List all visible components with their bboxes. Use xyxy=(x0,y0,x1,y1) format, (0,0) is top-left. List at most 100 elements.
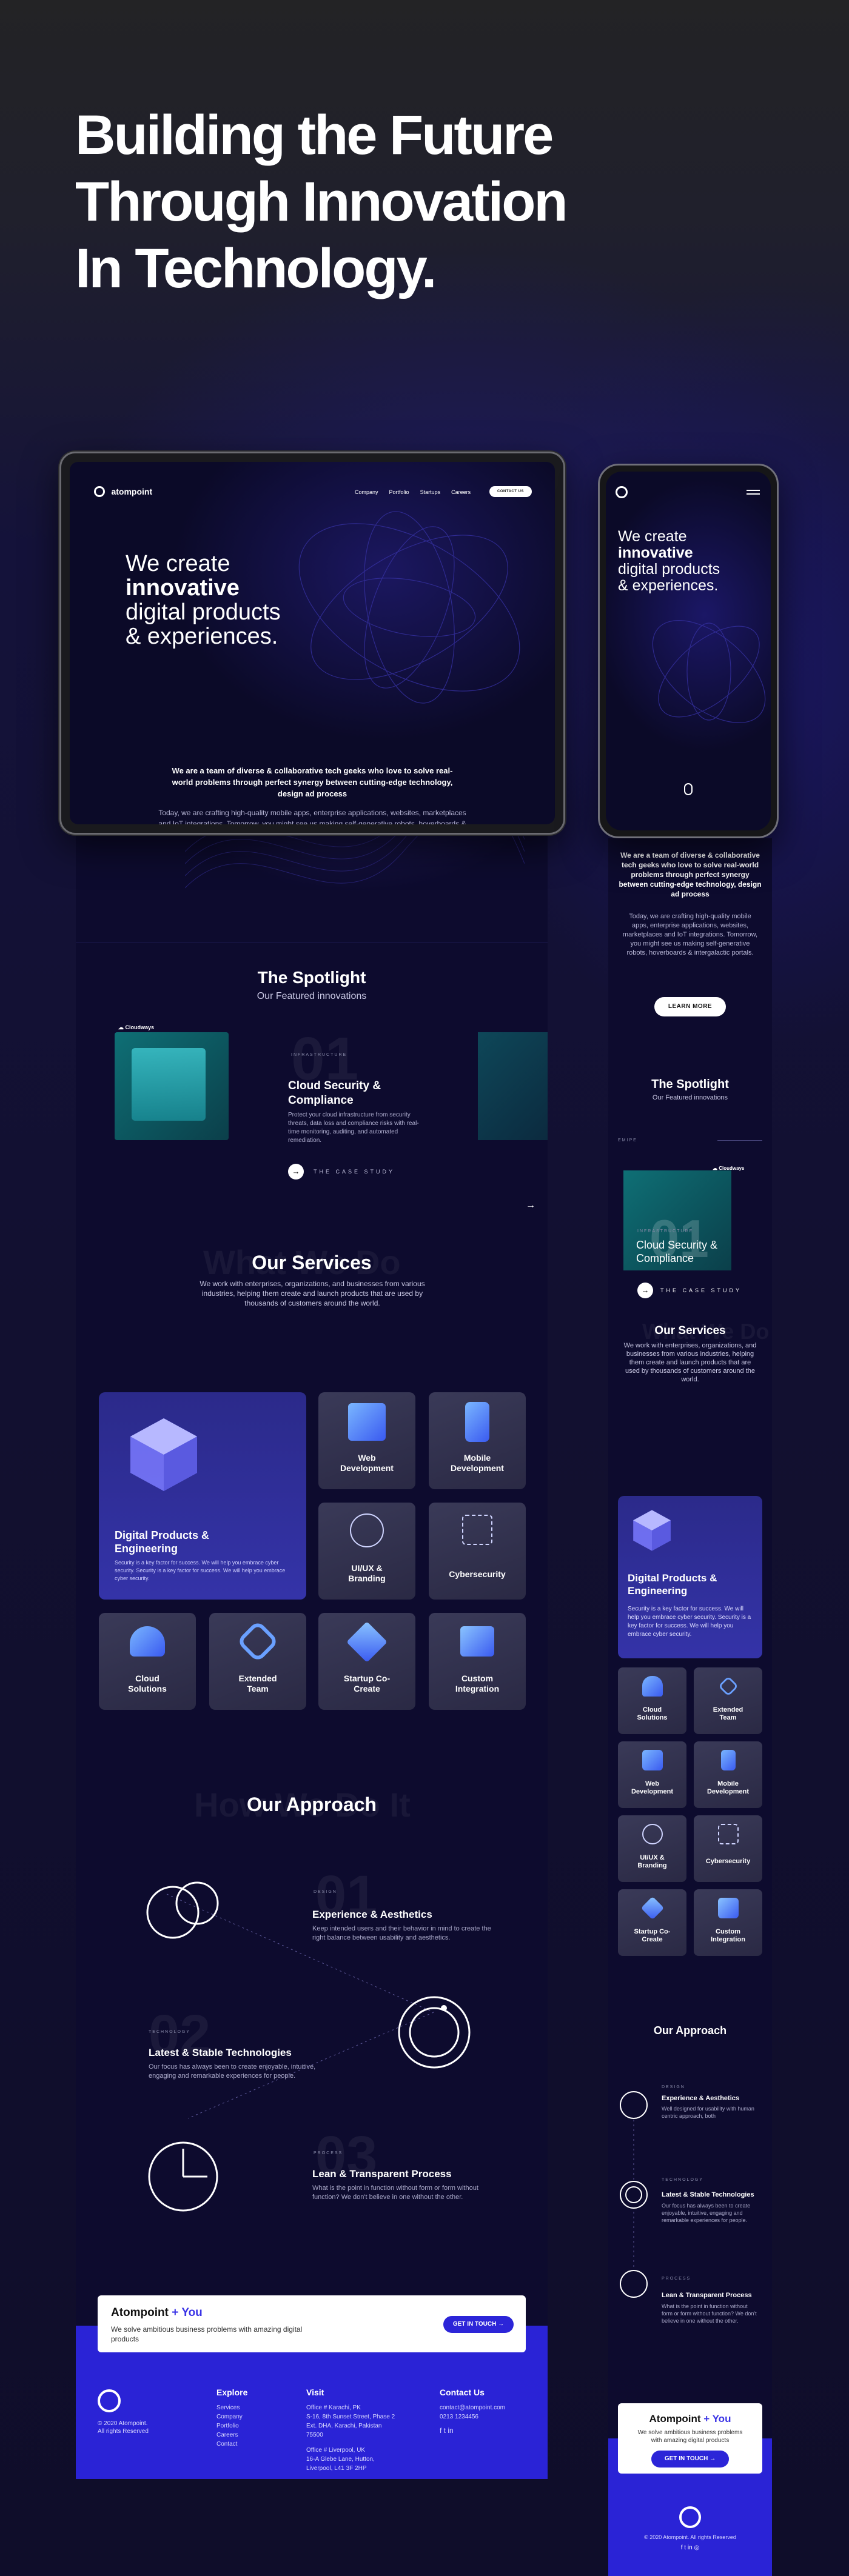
step-title: Latest & Stable Technologies xyxy=(662,2191,754,2198)
intro-heading: We create innovative digital products & … xyxy=(126,552,281,649)
spotlight-case-title: Cloud Security & Compliance xyxy=(288,1079,381,1107)
nav-link[interactable]: Portfolio xyxy=(389,489,409,495)
cta-desc: We solve ambitious business problems wit… xyxy=(111,2325,303,2343)
featured-service-title: Digital Products & Engineering xyxy=(115,1529,210,1555)
service-card-integration-mobile[interactable]: Custom Integration xyxy=(694,1889,762,1956)
social-icons-mobile[interactable]: f t in ◎ xyxy=(608,2544,772,2551)
cta-you: You xyxy=(181,2306,203,2319)
service-card-mobile-mobile[interactable]: Mobile Development xyxy=(694,1741,762,1808)
step-desc: What is the point in function without fo… xyxy=(662,2303,757,2324)
step-desc: Our focus has always been to create enjo… xyxy=(149,2063,316,2080)
service-label: Startup Co-Create xyxy=(343,1673,391,1693)
social-icons[interactable]: f t in xyxy=(440,2426,505,2435)
cta-plus: + xyxy=(703,2413,710,2424)
cta-brand: Atompoint xyxy=(111,2306,169,2319)
cta-title-mobile: Atompoint + You xyxy=(618,2413,762,2425)
nav-link[interactable]: Startups xyxy=(420,489,441,495)
menu-icon[interactable] xyxy=(747,490,760,495)
spotlight-case-title-mobile: Cloud Security & Compliance xyxy=(636,1239,718,1264)
service-card-cyber-mobile[interactable]: Cybersecurity xyxy=(694,1815,762,1882)
service-card-team-mobile[interactable]: Extended Team xyxy=(694,1667,762,1734)
phone-device: We create innovative digital products & … xyxy=(598,464,779,838)
cta-brand: Atompoint xyxy=(649,2413,701,2424)
step-eyebrow: PROCESS xyxy=(662,2277,691,2281)
service-card-uiux[interactable]: UI/UX & Branding xyxy=(318,1503,415,1600)
service-label: Mobile Development xyxy=(706,1780,750,1795)
services-desc: We work with enterprises, organizations,… xyxy=(200,1280,425,1307)
desktop-page: Today, we are crafting high-quality mobi… xyxy=(76,767,548,2479)
featured-service-card[interactable]: Digital Products & Engineering Security … xyxy=(99,1392,306,1600)
atompoint-logo-icon xyxy=(616,486,628,498)
cloud-icon xyxy=(130,1626,165,1657)
intro-body-mobile: Today, we are crafting high-quality mobi… xyxy=(622,913,758,956)
case-study-link-mobile[interactable]: THE CASE STUDY xyxy=(660,1287,742,1293)
service-card-web-mobile[interactable]: Web Development xyxy=(618,1741,686,1808)
service-card-cloud[interactable]: Cloud Solutions xyxy=(99,1613,196,1710)
brand-logo[interactable]: atompoint xyxy=(94,486,152,497)
arrow-right-icon: → xyxy=(498,2321,505,2327)
layers-icon xyxy=(346,1621,388,1663)
footer-link[interactable]: Services xyxy=(216,2403,247,2412)
nav-link[interactable]: Careers xyxy=(451,489,471,495)
service-card-web[interactable]: Web Development xyxy=(318,1392,415,1489)
service-card-startup[interactable]: Startup Co-Create xyxy=(318,1613,415,1710)
service-label: Custom Integration xyxy=(455,1673,500,1693)
step-eyebrow: DESIGN xyxy=(314,1890,337,1894)
footer-contact: Contact Us contact@atompoint.com 0213 12… xyxy=(440,2387,505,2435)
footer-link[interactable]: Company xyxy=(216,2412,247,2421)
step-eyebrow: TECHNOLOGY xyxy=(662,2178,704,2182)
learn-more-button-mobile[interactable]: LEARN MORE xyxy=(654,997,726,1016)
mobile-page: We are a team of diverse & collaborative… xyxy=(608,838,772,2576)
service-label: Extended Team xyxy=(238,1673,277,1693)
intro-line: digital products xyxy=(126,599,281,625)
nav-link[interactable]: Company xyxy=(355,489,378,495)
case-study-arrow-icon[interactable]: → xyxy=(637,1283,653,1298)
clock-icon xyxy=(148,2141,218,2212)
service-card-cyber[interactable]: Cybersecurity xyxy=(429,1503,526,1600)
cloudways-brand-text: Cloudways xyxy=(719,1166,745,1171)
pen-tool-icon xyxy=(350,1513,384,1547)
footer-link[interactable]: Portfolio xyxy=(216,2421,247,2431)
spotlight-eyebrow-mobile-2: INFRASTRUCTURE xyxy=(637,1229,694,1233)
step-desc: What is the point in function without fo… xyxy=(312,2184,478,2201)
contact-phone[interactable]: 0213 1234456 xyxy=(440,2412,505,2421)
featured-service-desc: Security is a key factor for success. We… xyxy=(115,1560,286,1581)
service-card-startup-mobile[interactable]: Startup Co-Create xyxy=(618,1889,686,1956)
case-study-link[interactable]: THE CASE STUDY xyxy=(314,1169,395,1175)
intro-bold: We are a team of diverse & collaborative… xyxy=(172,766,453,798)
service-card-integration[interactable]: Custom Integration xyxy=(429,1613,526,1710)
spotlight-case-desc: Protect your cloud infrastructure from s… xyxy=(288,1112,419,1144)
step-eyebrow: DESIGN xyxy=(662,2085,685,2089)
cta-box-mobile: Atompoint + You We solve ambitious busin… xyxy=(618,2403,762,2474)
service-card-mobile[interactable]: Mobile Development xyxy=(429,1392,526,1489)
get-in-touch-button-mobile[interactable]: GET IN TOUCH → xyxy=(651,2451,729,2468)
service-card-cloud-mobile[interactable]: Cloud Solutions xyxy=(618,1667,686,1734)
next-arrow-icon[interactable]: → xyxy=(526,1200,535,1211)
case-study-arrow-icon[interactable]: → xyxy=(288,1164,304,1180)
get-in-touch-button[interactable]: GET IN TOUCH → xyxy=(443,2316,514,2333)
browser-icon xyxy=(642,1750,663,1770)
contact-email[interactable]: contact@atompoint.com xyxy=(440,2403,505,2412)
service-card-uiux-mobile[interactable]: UI/UX & Branding xyxy=(618,1815,686,1882)
cta-plus: + xyxy=(172,2306,179,2319)
footer-link[interactable]: Careers xyxy=(216,2431,247,2440)
hero-title-line3: In Technology. xyxy=(75,238,437,299)
browser-icon xyxy=(348,1403,386,1441)
spotlight-next-image[interactable] xyxy=(478,1032,548,1140)
service-label: Cybersecurity xyxy=(449,1569,506,1579)
approach-title: Our Approach xyxy=(247,1794,377,1815)
service-label: UI/UX & Branding xyxy=(637,1854,667,1869)
featured-service-card-mobile[interactable]: Digital Products & Engineering Security … xyxy=(618,1496,762,1658)
featured-service-desc-mobile: Security is a key factor for success. We… xyxy=(628,1606,751,1638)
footer-link[interactable]: Contact xyxy=(216,2440,247,2449)
spotlight-subtitle-mobile: Our Featured innovations xyxy=(652,1094,728,1101)
chip-lock-icon xyxy=(717,1824,739,1844)
spotlight-image xyxy=(115,1032,229,1140)
hero-title: Building the Future Through Innovation I… xyxy=(75,102,621,302)
service-label: Web Development xyxy=(340,1453,394,1473)
contact-us-button[interactable]: CONTACT US xyxy=(489,486,532,497)
intro-line: We create xyxy=(618,528,687,545)
services-title-mobile: Our Services xyxy=(654,1324,726,1337)
service-card-team[interactable]: Extended Team xyxy=(209,1613,306,1710)
brand-logo-mobile[interactable] xyxy=(616,486,628,501)
